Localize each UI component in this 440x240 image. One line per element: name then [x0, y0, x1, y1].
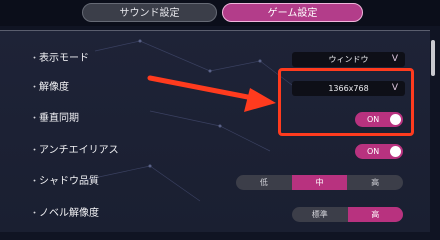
- arrow-annotation-icon: [147, 75, 276, 112]
